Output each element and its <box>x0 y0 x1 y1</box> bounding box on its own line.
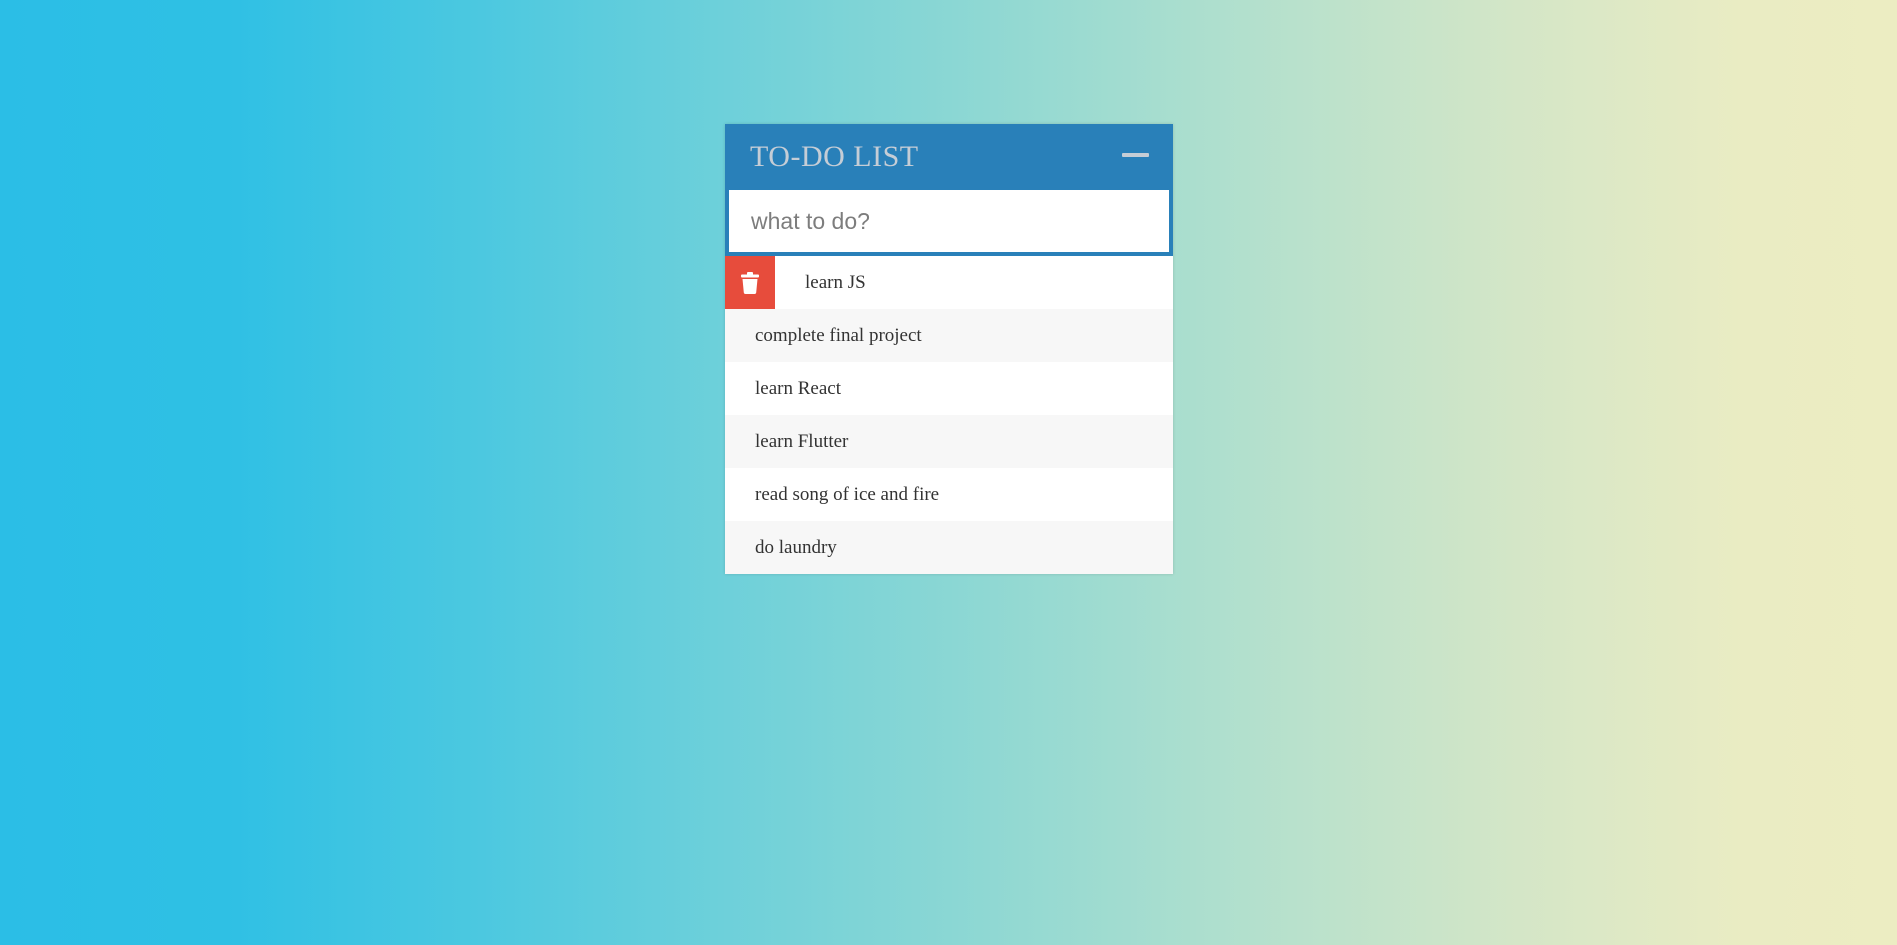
todo-header: TO-DO LIST <box>725 124 1173 190</box>
todo-label: learn React <box>755 377 841 399</box>
todo-item[interactable]: do laundry <box>725 521 1173 574</box>
todo-container: TO-DO LIST learn JS complete final proje… <box>725 124 1173 574</box>
todo-item[interactable]: read song of ice and fire <box>725 468 1173 521</box>
todo-label: learn Flutter <box>755 430 849 452</box>
minus-icon[interactable] <box>1122 153 1149 157</box>
new-todo-input[interactable] <box>729 190 1169 252</box>
todo-label: learn JS <box>805 271 866 293</box>
trash-icon <box>741 271 759 294</box>
todo-item[interactable]: learn Flutter <box>725 415 1173 468</box>
todo-label: complete final project <box>755 324 922 346</box>
todo-label: do laundry <box>755 536 837 558</box>
todo-item[interactable]: learn JS <box>725 256 1173 309</box>
new-todo-field-wrapper <box>725 190 1173 256</box>
page-title: TO-DO LIST <box>750 140 919 173</box>
todo-list: learn JS complete final project learn Re… <box>725 256 1173 574</box>
todo-label: read song of ice and fire <box>755 483 940 505</box>
todo-item[interactable]: complete final project <box>725 309 1173 362</box>
delete-button[interactable] <box>725 256 775 309</box>
todo-item[interactable]: learn React <box>725 362 1173 415</box>
